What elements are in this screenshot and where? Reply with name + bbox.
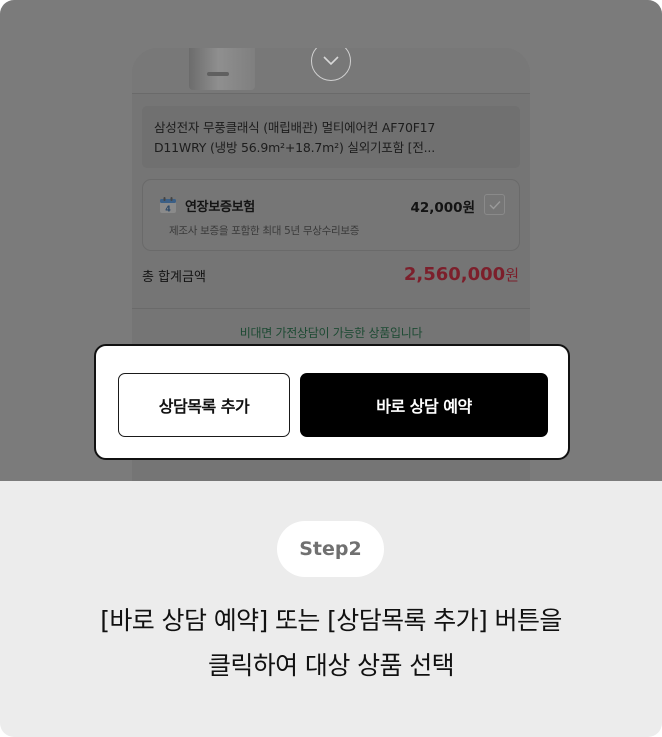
step-caption-line-2: 클릭하여 대상 상품 선택 (207, 651, 455, 680)
divider (132, 308, 530, 309)
calendar-icon: 4 (160, 197, 176, 214)
remote-consult-notice: 비대면 가전상담이 가능한 상품입니다 (239, 326, 423, 340)
calendar-day: 4 (165, 205, 171, 214)
reserve-consult-now-button[interactable]: 바로 상담 예약 (300, 373, 548, 437)
product-image-area (132, 48, 530, 94)
add-to-consult-list-button[interactable]: 상담목록 추가 (118, 373, 290, 437)
total-amount: 2,560,000원 (404, 264, 519, 285)
warranty-price: 42,000원 (410, 200, 475, 216)
dimmed-screenshot: 삼성전자 무풍클래식 (매립배관) 멀티에어컨 AF70F17 D11WRY (… (0, 0, 662, 481)
warranty-title: 연장보증보험 (185, 200, 255, 215)
total-label: 총 합계금액 (142, 270, 206, 285)
highlighted-action-bar: 상담목록 추가 바로 상담 예약 (94, 344, 570, 460)
step-caption-line-1: [바로 상담 예약] 또는 [상담목록 추가] 버튼을 (100, 606, 562, 635)
step-badge: Step2 (277, 521, 384, 577)
product-title-line-2: D11WRY (냉방 56.9m²+18.7m²) 실외기포함 [전... (154, 140, 435, 155)
total-amount-unit: 원 (505, 266, 519, 284)
product-title-line-1: 삼성전자 무풍클래식 (매립배관) 멀티에어컨 AF70F17 (154, 120, 436, 135)
warranty-description: 제조사 보증을 포함한 최대 5년 무상수리보증 (169, 225, 360, 237)
product-photo (189, 48, 255, 90)
product-summary: 삼성전자 무풍클래식 (매립배관) 멀티에어컨 AF70F17 D11WRY (… (142, 106, 520, 168)
check-icon (489, 200, 501, 210)
tutorial-card: 삼성전자 무풍클래식 (매립배관) 멀티에어컨 AF70F17 D11WRY (… (0, 0, 662, 737)
total-amount-value: 2,560,000 (403, 264, 506, 285)
warranty-checkbox[interactable] (484, 194, 505, 215)
extended-warranty-option[interactable]: 4 연장보증보험 42,000원 제조사 보증을 포함한 최대 5년 무상수리보… (142, 179, 520, 251)
collapse-button[interactable] (311, 48, 351, 81)
step-caption: [바로 상담 예약] 또는 [상담목록 추가] 버튼을 클릭하여 대상 상품 선… (0, 598, 662, 688)
chevron-down-icon (323, 56, 339, 66)
